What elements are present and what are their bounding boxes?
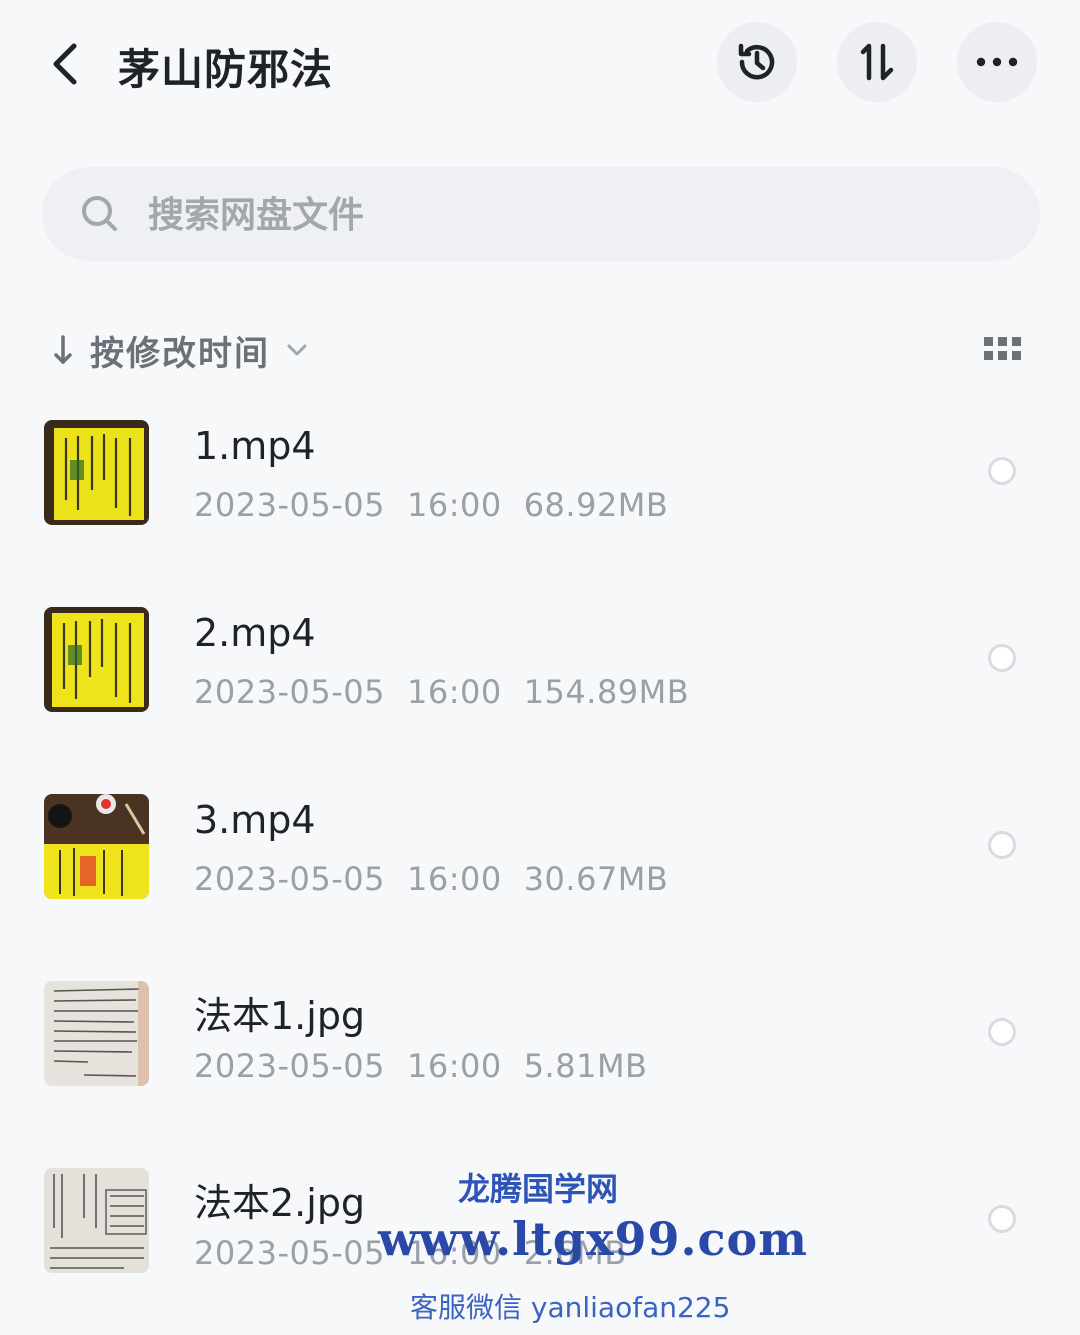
file-row[interactable]: 法本1.jpg 2023-05-05 16:00 5.81MB bbox=[0, 961, 1080, 1148]
file-time: 16:00 bbox=[406, 486, 502, 524]
file-meta: 2023-05-05 16:00 154.89MB bbox=[194, 673, 711, 711]
file-name: 1.mp4 bbox=[194, 424, 316, 468]
search-bar[interactable] bbox=[42, 167, 1040, 261]
select-radio[interactable] bbox=[988, 457, 1016, 485]
chevron-left-icon bbox=[53, 43, 77, 85]
file-row[interactable]: 1.mp4 2023-05-05 16:00 68.92MB bbox=[0, 400, 1080, 587]
more-horizontal-icon bbox=[976, 57, 1018, 67]
history-button[interactable] bbox=[717, 22, 797, 102]
file-meta: 2023-05-05 16:00 68.92MB bbox=[194, 486, 690, 524]
video-thumbnail bbox=[44, 420, 149, 525]
file-time: 16:00 bbox=[406, 1234, 502, 1272]
file-name: 3.mp4 bbox=[194, 798, 316, 842]
file-date: 2023-05-05 bbox=[194, 1234, 385, 1272]
file-row[interactable]: 2.mp4 2023-05-05 16:00 154.89MB bbox=[0, 587, 1080, 774]
search-icon bbox=[82, 196, 117, 231]
file-size: 154.89MB bbox=[523, 673, 690, 711]
file-meta: 2023-05-05 16:00 5.81MB bbox=[194, 1047, 670, 1085]
file-name: 2.mp4 bbox=[194, 611, 316, 655]
file-date: 2023-05-05 bbox=[194, 486, 385, 524]
file-size: 30.67MB bbox=[523, 860, 669, 898]
page-title: 茅山防邪法 bbox=[118, 45, 334, 94]
image-thumbnail bbox=[44, 1168, 149, 1273]
sort-selector[interactable]: 按修改时间 bbox=[52, 326, 308, 374]
video-thumbnail bbox=[44, 794, 149, 899]
file-size: 5.81MB bbox=[523, 1047, 648, 1085]
file-meta: 2023-05-05 16:00 2.6MB bbox=[194, 1234, 649, 1272]
grid-view-icon[interactable] bbox=[984, 337, 1022, 363]
file-size: 68.92MB bbox=[523, 486, 669, 524]
history-icon bbox=[738, 43, 775, 80]
search-input[interactable] bbox=[146, 185, 970, 245]
select-radio[interactable] bbox=[988, 1018, 1016, 1046]
top-bar: 茅山防邪法 bbox=[0, 0, 1080, 130]
file-name: 法本2.jpg bbox=[194, 1181, 366, 1225]
sort-button[interactable] bbox=[837, 22, 917, 102]
file-size: 2.6MB bbox=[523, 1234, 627, 1272]
sort-arrows-icon bbox=[860, 43, 894, 81]
select-radio[interactable] bbox=[988, 644, 1016, 672]
file-meta: 2023-05-05 16:00 30.67MB bbox=[194, 860, 690, 898]
file-time: 16:00 bbox=[406, 1047, 502, 1085]
more-button[interactable] bbox=[957, 22, 1037, 102]
arrow-down-icon bbox=[52, 333, 74, 367]
file-row[interactable]: 法本2.jpg 2023-05-05 16:00 2.6MB bbox=[0, 1148, 1080, 1335]
file-date: 2023-05-05 bbox=[194, 673, 385, 711]
file-list: 1.mp4 2023-05-05 16:00 68.92MB 2.mp4 2023-… bbox=[0, 400, 1080, 1335]
file-time: 16:00 bbox=[406, 673, 502, 711]
file-date: 2023-05-05 bbox=[194, 1047, 385, 1085]
file-name: 法本1.jpg bbox=[194, 994, 366, 1038]
image-thumbnail bbox=[44, 981, 149, 1086]
back-button[interactable] bbox=[40, 38, 90, 90]
file-date: 2023-05-05 bbox=[194, 860, 385, 898]
select-radio[interactable] bbox=[988, 1205, 1016, 1233]
file-time: 16:00 bbox=[406, 860, 502, 898]
select-radio[interactable] bbox=[988, 831, 1016, 859]
video-thumbnail bbox=[44, 607, 149, 712]
sort-label: 按修改时间 bbox=[90, 333, 270, 374]
file-row[interactable]: 3.mp4 2023-05-05 16:00 30.67MB bbox=[0, 774, 1080, 961]
chevron-down-icon bbox=[286, 343, 308, 357]
